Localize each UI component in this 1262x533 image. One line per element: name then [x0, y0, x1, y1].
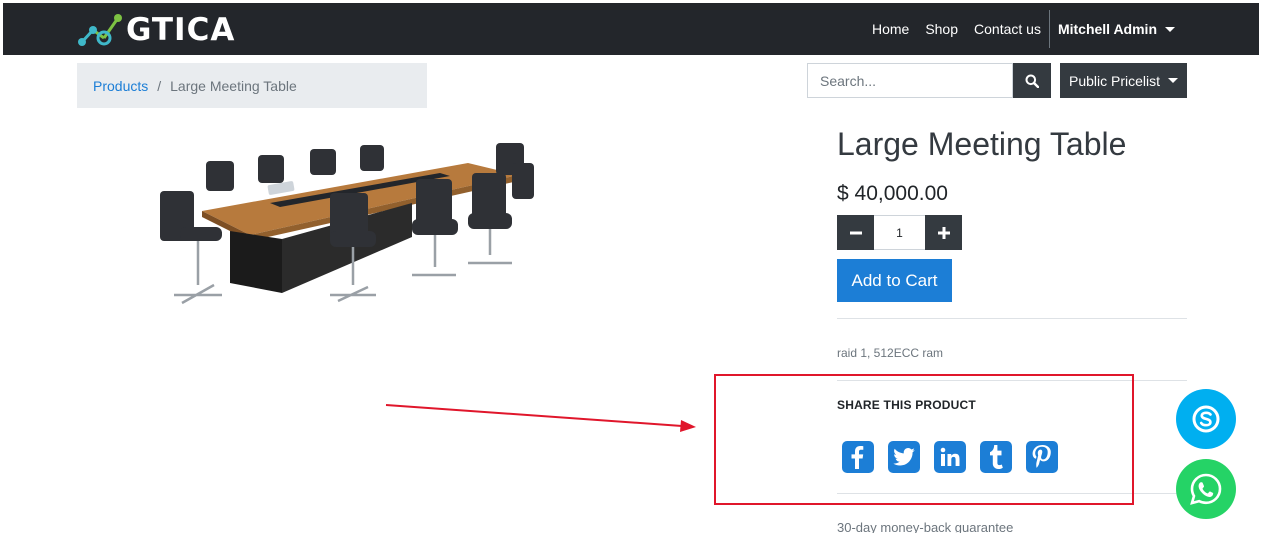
minus-icon	[849, 231, 862, 234]
whatsapp-icon	[1190, 473, 1222, 505]
search-button[interactable]	[1013, 63, 1051, 98]
quantity-increase-button[interactable]	[925, 215, 962, 250]
nav-divider	[1048, 10, 1050, 48]
breadcrumb: Products / Large Meeting Table	[77, 63, 427, 108]
chevron-down-icon	[1168, 78, 1179, 83]
chevron-down-icon	[1165, 26, 1175, 32]
divider	[837, 318, 1187, 319]
logo-mark-icon	[78, 14, 122, 46]
search-icon	[1025, 74, 1039, 88]
top-navbar: GTICA Home Shop Contact us Mitchell Admi…	[3, 3, 1259, 55]
plus-icon	[937, 226, 950, 239]
product-price: $ 40,000.00	[837, 182, 948, 205]
product-image	[160, 143, 534, 305]
pricelist-dropdown[interactable]: Public Pricelist	[1060, 63, 1187, 98]
nav-home[interactable]: Home	[872, 21, 909, 37]
product-description: raid 1, 512ECC ram	[837, 346, 944, 360]
user-name: Mitchell Admin	[1057, 21, 1157, 37]
breadcrumb-separator: /	[157, 77, 162, 94]
whatsapp-button[interactable]	[1176, 459, 1236, 519]
product-title: Large Meeting Table	[837, 126, 1127, 162]
annotation-highlight-box	[714, 374, 1134, 505]
nav-menu: Home Shop Contact us Mitchell Admin	[856, 3, 1259, 55]
quantity-decrease-button[interactable]	[837, 215, 874, 250]
guarantee-text: 30-day money-back guarantee	[837, 520, 1014, 533]
user-menu[interactable]: Mitchell Admin	[1058, 21, 1175, 37]
logo-text: GTICA	[126, 12, 236, 48]
skype-button[interactable]	[1176, 389, 1236, 449]
annotation-arrow-icon	[385, 404, 696, 432]
pricelist-label: Public Pricelist	[1068, 72, 1161, 89]
add-to-cart-button[interactable]: Add to Cart	[837, 259, 952, 302]
quantity-stepper: 1	[837, 215, 962, 250]
nav-contact[interactable]: Contact us	[974, 21, 1041, 37]
site-logo[interactable]: GTICA	[78, 12, 235, 48]
skype-icon	[1192, 405, 1220, 433]
breadcrumb-current: Large Meeting Table	[170, 77, 297, 94]
breadcrumb-products-link[interactable]: Products	[93, 78, 148, 94]
quantity-input[interactable]: 1	[874, 215, 925, 250]
nav-shop[interactable]: Shop	[925, 21, 958, 37]
search-input[interactable]: Search...	[807, 63, 1013, 98]
